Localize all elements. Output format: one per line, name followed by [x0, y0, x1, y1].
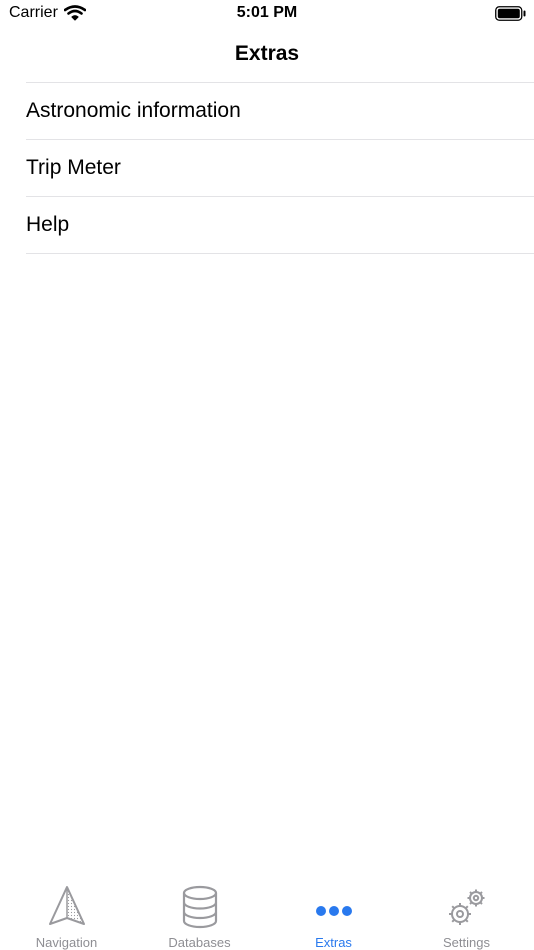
- tab-navigation-label: Navigation: [35, 935, 98, 950]
- tab-settings-label: Settings: [443, 935, 490, 950]
- page-title: Extras: [234, 42, 300, 65]
- more-dots-icon: [267, 884, 400, 940]
- status-time: 5:01 PM: [236, 4, 298, 21]
- list-item-trip-meter[interactable]: Trip Meter: [26, 140, 534, 197]
- tab-navigation[interactable]: Navigation: [0, 880, 133, 950]
- database-icon: [133, 884, 266, 940]
- tab-extras-label: Extras: [315, 935, 352, 950]
- list-item-astronomic-information[interactable]: Astronomic information: [26, 83, 534, 140]
- battery-icon: [495, 6, 527, 27]
- list-item-help[interactable]: Help: [26, 197, 534, 254]
- gears-icon: [400, 884, 533, 940]
- tab-settings[interactable]: Settings: [400, 880, 533, 950]
- tab-bar: Navigation Databases Extras Settings: [0, 880, 534, 950]
- tab-extras[interactable]: Extras: [267, 880, 400, 950]
- tab-databases[interactable]: Databases: [133, 880, 266, 950]
- navigation-arrow-icon: [0, 884, 133, 940]
- status-bar: Carrier 5:01 PM: [0, 0, 534, 30]
- tab-databases-label: Databases: [168, 935, 231, 950]
- extras-list: Astronomic information Trip Meter Help: [26, 82, 534, 254]
